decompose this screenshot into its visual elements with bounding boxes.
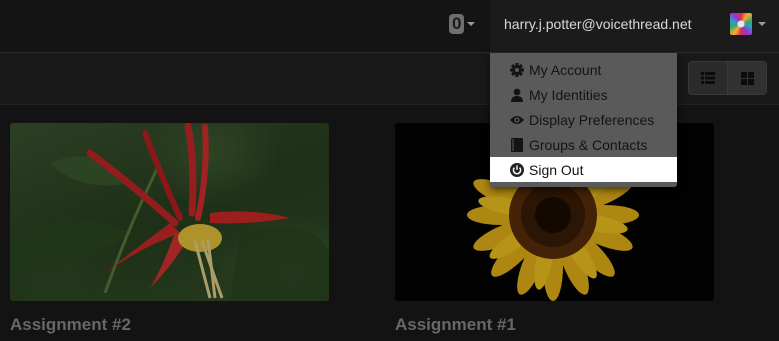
user-dropdown-menu: My Account My Identities Display Prefere… [490, 53, 677, 187]
chevron-down-icon [758, 22, 766, 26]
menu-item-groups-contacts[interactable]: Groups & Contacts [490, 132, 677, 157]
menu-item-label: Sign Out [529, 161, 584, 178]
menu-item-label: Display Preferences [529, 111, 655, 128]
user-email: harry.j.potter@voicethread.net [504, 16, 692, 32]
eye-icon [510, 113, 524, 127]
power-icon [510, 162, 524, 177]
menu-item-my-identities[interactable]: My Identities [490, 82, 677, 107]
menu-item-label: Groups & Contacts [529, 136, 648, 153]
menu-item-label: My Account [529, 61, 602, 78]
gear-icon [510, 62, 524, 77]
user-menu-toggle[interactable]: harry.j.potter@voicethread.net [490, 0, 779, 52]
top-navbar: 0 harry.j.potter@voicethread.net [0, 0, 779, 53]
chevron-down-icon [467, 22, 476, 26]
menu-item-display-preferences[interactable]: Display Preferences [490, 107, 677, 132]
menu-item-label: My Identities [529, 86, 608, 103]
menu-item-sign-out[interactable]: Sign Out [490, 157, 677, 182]
notification-count-badge: 0 [449, 14, 465, 34]
notifications-button[interactable]: 0 [449, 12, 476, 36]
person-icon [510, 88, 524, 102]
address-book-icon [510, 137, 524, 152]
avatar [730, 13, 752, 35]
menu-item-my-account[interactable]: My Account [490, 57, 677, 82]
